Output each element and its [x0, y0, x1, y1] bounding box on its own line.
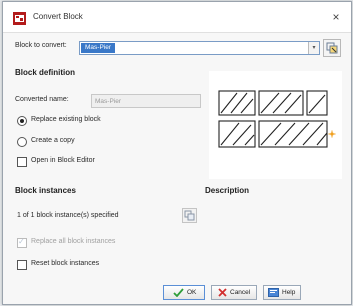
replace-all-instances-label: Replace all block instances — [31, 238, 116, 245]
check-icon — [173, 288, 184, 297]
converted-name-label: Converted name: — [15, 96, 69, 103]
block-to-convert-label: Block to convert: — [15, 42, 67, 49]
ok-label: OK — [187, 289, 197, 296]
description-heading: Description — [205, 186, 250, 195]
close-icon: × — [332, 10, 340, 24]
open-in-block-editor-label: Open in Block Editor — [31, 157, 95, 164]
help-icon — [268, 288, 279, 297]
ok-button[interactable]: OK — [163, 285, 205, 300]
help-label: Help — [282, 289, 296, 296]
block-definition-heading: Block definition — [15, 68, 75, 77]
block-to-convert-value: Mas-Pier — [81, 43, 116, 53]
select-objects-icon — [184, 210, 195, 221]
convert-block-dialog: Convert Block × Block to convert: Mas-Pi… — [2, 1, 352, 305]
cancel-label: Cancel — [230, 289, 251, 296]
help-button[interactable]: Help — [263, 285, 301, 300]
select-instances-button[interactable] — [182, 208, 197, 223]
replace-all-instances-checkbox[interactable] — [17, 237, 27, 248]
chevron-down-icon[interactable]: ▾ — [308, 42, 319, 54]
pick-block-button[interactable] — [323, 39, 341, 57]
converted-name-input[interactable] — [92, 95, 200, 107]
replace-existing-radio[interactable] — [17, 116, 27, 126]
block-preview — [209, 71, 342, 179]
create-copy-label: Create a copy — [31, 137, 75, 144]
converted-name-field[interactable] — [91, 94, 201, 108]
pick-object-icon — [326, 42, 338, 54]
block-to-convert-select[interactable]: Mas-Pier ▾ — [79, 41, 320, 55]
open-in-block-editor-checkbox[interactable] — [17, 157, 27, 167]
instances-count-text: 1 of 1 block instance(s) specified — [17, 212, 119, 219]
block-instances-heading: Block instances — [15, 186, 76, 195]
create-copy-radio[interactable] — [17, 137, 27, 147]
star-icon — [328, 130, 336, 138]
close-button[interactable]: × — [327, 8, 345, 26]
replace-existing-label: Replace existing block — [31, 116, 101, 123]
reset-block-instances-checkbox[interactable] — [17, 260, 27, 270]
dialog-title: Convert Block — [33, 12, 83, 21]
x-icon — [218, 288, 227, 297]
reset-block-instances-label: Reset block instances — [31, 260, 100, 267]
cancel-button[interactable]: Cancel — [211, 285, 257, 300]
block-icon — [13, 12, 26, 25]
title-bar: Convert Block × — [3, 2, 351, 33]
